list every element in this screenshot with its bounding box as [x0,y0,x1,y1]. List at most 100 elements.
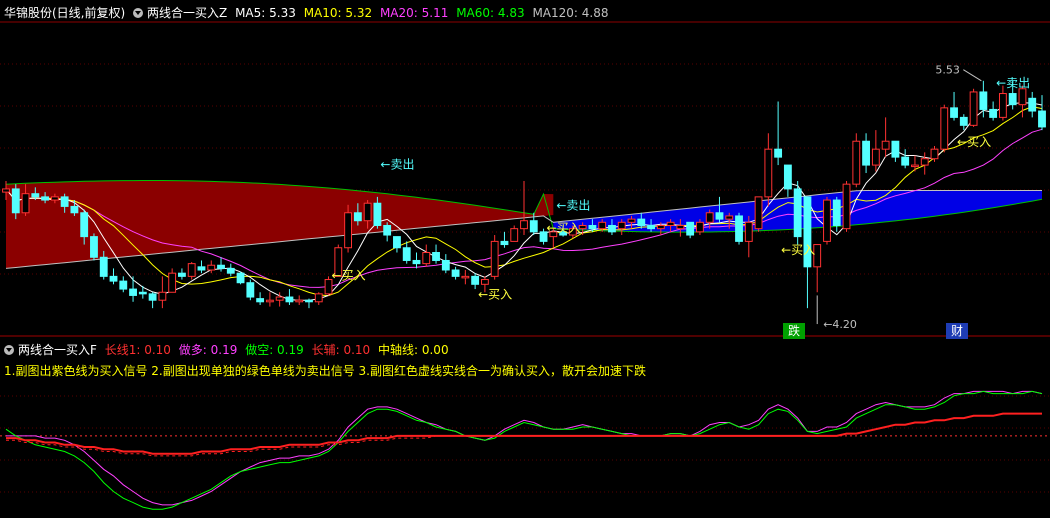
candle-body [2,188,10,193]
low-price-label: ←4.20 [823,318,857,331]
candle-body [305,299,313,303]
candle-body [295,299,304,303]
candle-body [1028,97,1037,112]
candle-body [510,228,519,242]
candle-body [520,220,528,230]
candle-body [109,275,118,282]
candle-body [314,293,323,303]
long-line-label: 长线1: 0.10 [104,343,171,357]
dropdown-icon[interactable] [4,345,14,355]
sell-signal-label: ←卖出 [996,76,1030,90]
candle-body [774,148,783,158]
indicator-name[interactable]: 两线合一买入Z [147,6,227,20]
candle-body [168,272,177,293]
sell-signal-label: ←卖出 [556,199,590,213]
candle-body [608,224,616,233]
candle-body [676,224,685,230]
candle-body [764,148,773,198]
candle-body [735,215,743,242]
ma120-label: MA120: 4.88 [532,6,609,20]
event-marker-die[interactable]: 跌 [783,323,805,339]
candle-body [393,236,401,249]
mid-axis-label: 中轴线: 0.00 [378,343,449,357]
candle-body [441,259,450,271]
ma10-label: MA10: 5.32 [303,6,373,20]
candle-body [471,275,480,285]
candle-body [402,247,411,261]
candle-body [60,196,69,207]
candle-body [158,291,167,301]
candle-body [686,221,695,236]
candle-body [940,107,949,150]
candle-body [80,212,89,238]
buy-signal-label: ←买入 [332,269,366,283]
candle-body [236,272,245,284]
ma20-label: MA20: 5.11 [379,6,449,20]
candle-body [490,240,499,277]
candle-body [950,107,958,118]
long-line [6,412,1042,455]
candle-body [119,280,128,290]
candle-body [979,91,988,110]
candle-body [344,212,352,249]
long-aux-label: 长辅: 0.10 [311,343,371,357]
price-chart: ←卖出 ←买入 ←买入 ←卖出 ←买入 ←买入 ←买入 ←卖出 5.53 ←4.20 [0,21,1050,510]
candle-body [901,156,910,166]
candle-body [353,212,362,222]
ma60-label: MA60: 4.83 [456,6,525,20]
buy-signal-label: ←买入 [547,221,581,235]
stock-title[interactable]: 华锦股份(日线,前复权) [4,6,125,20]
candle-body [412,259,421,265]
candle-body [871,148,880,166]
candle-body [70,205,79,214]
candle-body [461,275,470,279]
candle-body [998,93,1007,118]
candle-body [226,267,235,274]
candle-body [422,252,431,265]
candle-body [852,140,861,185]
sell-signal-label: ←卖出 [380,157,414,171]
buy-signal-label: ←买入 [781,243,815,257]
event-marker-cai[interactable]: 财 [946,323,968,339]
candle-body [959,116,968,126]
bear-label: 做空: 0.19 [245,343,304,357]
ma5-label: MA5: 5.33 [235,6,296,20]
candle-body [138,291,147,295]
candle-body [725,215,734,220]
candle-body [529,220,538,233]
main-chart-header: 华锦股份(日线,前复权) 两线合一买入Z MA5: 5.33 MA10: 5.3… [4,4,612,21]
candle-body [178,272,186,277]
candle-body [99,256,108,277]
candle-body [666,221,675,226]
candle-body [275,296,284,301]
candle-body [373,202,382,226]
candle-body [744,221,753,242]
candle-body [363,202,372,222]
dropdown-icon[interactable] [133,8,144,18]
candle-body [1008,93,1017,106]
candle-body [969,91,978,126]
candle-body [881,140,890,150]
candle-body [11,188,20,214]
candle-body [842,183,851,230]
candle-body [783,164,792,190]
candle-body [588,224,597,230]
candle-body [246,282,255,298]
bull-label: 做多: 0.19 [178,343,238,357]
candle-body [627,218,636,223]
candle-body [500,240,509,246]
candle-body [617,221,626,230]
buy-signal-label: ←买入 [957,135,991,149]
candle-body [862,140,870,166]
sub-indicator-name[interactable]: 两线合一买入F [18,343,97,357]
candle-body [793,188,802,238]
candle-body [90,236,98,258]
candle-body [891,140,900,158]
candle-body [285,296,294,303]
high-price-pointer [963,69,982,82]
candle-body [31,193,40,198]
indicator-note: 1.副图出紫色线为买入信号 2.副图出现单独的绿色单线为卖出信号 3.副图红色虚… [4,364,646,378]
candle-body [989,108,998,118]
candle-body [715,212,724,220]
candle-body [637,218,646,226]
